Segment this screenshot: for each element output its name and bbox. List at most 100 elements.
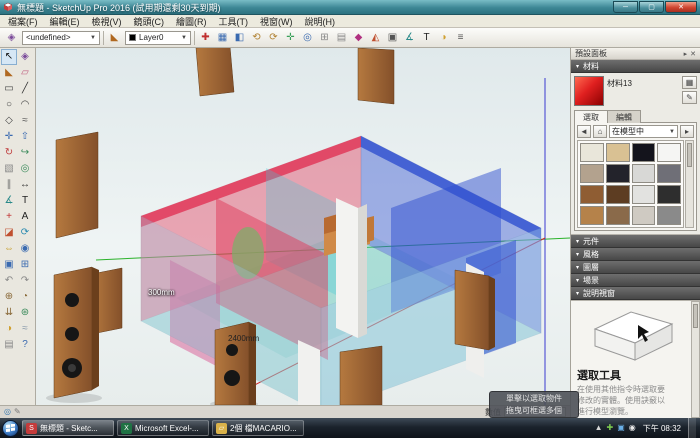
tool-icon[interactable]: ◠ xyxy=(17,97,33,113)
instructor-scrollbar[interactable] xyxy=(691,301,700,418)
toolbar-icon[interactable]: ✚ xyxy=(198,30,213,45)
tool-icon[interactable]: ▭ xyxy=(1,81,17,97)
tool-icon[interactable]: ◪ xyxy=(1,225,17,241)
tool-icon[interactable]: ▱ xyxy=(17,65,33,81)
instructor-section-header[interactable]: ▾ 說明視窗 xyxy=(571,287,700,300)
tool-icon[interactable]: + xyxy=(1,209,17,225)
taskbar-button[interactable]: S 無標題 - Sketc... xyxy=(22,420,114,436)
back-button[interactable]: ◄ xyxy=(577,125,591,138)
material-swatch[interactable] xyxy=(632,164,656,183)
tool-icon[interactable]: ∡ xyxy=(1,193,17,209)
menu-item[interactable]: 工具(T) xyxy=(213,15,255,28)
panel-section-header[interactable]: ▾ 元件 xyxy=(571,235,700,248)
taskbar-button[interactable]: ▱ 2個 檔MACARIO... xyxy=(212,420,304,436)
menu-item[interactable]: 繪圖(R) xyxy=(170,15,213,28)
clock[interactable]: 下午 08:32 xyxy=(640,423,684,434)
material-swatch[interactable] xyxy=(657,185,681,204)
toolbar-icon[interactable]: ▦ xyxy=(215,30,230,45)
tool-icon[interactable]: ⊕ xyxy=(1,289,17,305)
tool-icon[interactable]: ↔ xyxy=(17,177,33,193)
tray-icon[interactable]: ◉ xyxy=(629,424,636,432)
toolbar-icon[interactable]: ⟲ xyxy=(249,30,264,45)
show-desktop-button[interactable] xyxy=(688,418,696,438)
toolbar-icon[interactable]: T xyxy=(419,30,434,45)
material-preview-swatch[interactable] xyxy=(574,76,604,106)
tool-icon[interactable]: ◣ xyxy=(1,65,17,81)
collapse-tray-icon[interactable]: ▸ xyxy=(684,50,688,58)
panel-section-header[interactable]: ▾ 圖層 xyxy=(571,261,700,274)
panel-section-header[interactable]: ▾ 風格 xyxy=(571,248,700,261)
tab-edit[interactable]: 編輯 xyxy=(607,110,641,123)
maximize-button[interactable]: ▢ xyxy=(639,1,664,13)
tray-icon[interactable]: ✚ xyxy=(607,424,614,432)
tool-icon[interactable]: ? xyxy=(17,337,33,353)
status-icon[interactable]: ✎ xyxy=(14,408,21,416)
material-swatch[interactable] xyxy=(657,206,681,225)
tool-icon[interactable]: ↷ xyxy=(17,273,33,289)
status-icon[interactable]: ◎ xyxy=(4,408,11,416)
toolbar-icon[interactable]: ◑ xyxy=(436,30,451,45)
tool-icon[interactable]: ↶ xyxy=(1,273,17,289)
toolbar-icon[interactable]: ▣ xyxy=(385,30,400,45)
material-swatch[interactable] xyxy=(606,164,630,183)
material-swatch[interactable] xyxy=(606,143,630,162)
classification-dropdown[interactable]: <undefined> ▼ xyxy=(22,31,100,45)
materials-section-header[interactable]: ▾ 材料 xyxy=(571,60,700,73)
menu-item[interactable]: 說明(H) xyxy=(299,15,342,28)
toolbar-icon[interactable]: ◧ xyxy=(232,30,247,45)
tool-icon[interactable]: T xyxy=(17,193,33,209)
menu-item[interactable]: 鏡頭(C) xyxy=(128,15,171,28)
toolbar-icon[interactable]: ✛ xyxy=(283,30,298,45)
menu-item[interactable]: 檔案(F) xyxy=(2,15,44,28)
model-viewport[interactable]: 300mm 2400mm xyxy=(36,48,570,405)
scrollbar-thumb[interactable] xyxy=(693,304,698,328)
material-swatch[interactable] xyxy=(606,206,630,225)
tool-icon[interactable]: ↪ xyxy=(17,145,33,161)
start-button[interactable] xyxy=(2,420,19,437)
tray-icon[interactable]: ▲ xyxy=(595,424,603,432)
tray-icon[interactable]: ▣ xyxy=(617,424,625,432)
tool-icon[interactable]: ◑ xyxy=(1,321,17,337)
tool-icon[interactable]: ◇ xyxy=(1,113,17,129)
minimize-button[interactable]: ─ xyxy=(613,1,638,13)
tool-icon[interactable]: ✛ xyxy=(1,129,17,145)
toolbar-icon[interactable]: ∡ xyxy=(402,30,417,45)
material-swatch[interactable] xyxy=(580,143,604,162)
tool-icon[interactable]: ⇔ xyxy=(1,241,17,257)
material-swatch[interactable] xyxy=(632,143,656,162)
tool-icon[interactable]: ⊞ xyxy=(17,257,33,273)
menu-item[interactable]: 編輯(E) xyxy=(44,15,86,28)
close-tray-icon[interactable]: ✕ xyxy=(690,50,696,58)
tool-icon[interactable]: ⊛ xyxy=(17,305,33,321)
tool-icon[interactable]: ◈ xyxy=(17,49,33,65)
material-swatch[interactable] xyxy=(580,206,604,225)
tool-icon[interactable]: ⟳ xyxy=(17,225,33,241)
sample-paint-button[interactable]: ✎ xyxy=(682,91,697,104)
toolbar-icon[interactable]: ≡ xyxy=(453,30,468,45)
details-button[interactable]: ▸ xyxy=(680,125,694,138)
material-swatch[interactable] xyxy=(632,185,656,204)
tool-icon[interactable]: ◉ xyxy=(17,241,33,257)
classifier-icon[interactable]: ◈ xyxy=(4,30,19,45)
tool-icon[interactable]: A xyxy=(17,209,33,225)
material-swatch[interactable] xyxy=(632,206,656,225)
toolbar-icon[interactable]: ⟳ xyxy=(266,30,281,45)
create-material-button[interactable]: ▦ xyxy=(682,76,697,89)
tool-icon[interactable]: ∥ xyxy=(1,177,17,193)
tool-icon[interactable]: ≈ xyxy=(17,321,33,337)
material-swatch[interactable] xyxy=(580,185,604,204)
layer-color-chip[interactable] xyxy=(129,34,136,41)
material-swatch[interactable] xyxy=(657,164,681,183)
toolbar-icon[interactable]: ◆ xyxy=(351,30,366,45)
tool-icon[interactable]: ≈ xyxy=(17,113,33,129)
scrollbar-thumb[interactable] xyxy=(687,143,692,167)
tool-icon[interactable]: ▣ xyxy=(1,257,17,273)
paint-bucket-icon[interactable]: ◣ xyxy=(107,30,122,45)
tool-icon[interactable]: ╱ xyxy=(17,81,33,97)
toolbar-icon[interactable]: ▤ xyxy=(334,30,349,45)
3d-scene[interactable] xyxy=(36,48,570,405)
tool-icon[interactable]: ▤ xyxy=(1,337,17,353)
material-swatch[interactable] xyxy=(580,164,604,183)
tool-icon[interactable]: ↻ xyxy=(1,145,17,161)
menu-item[interactable]: 視窗(W) xyxy=(254,15,299,28)
